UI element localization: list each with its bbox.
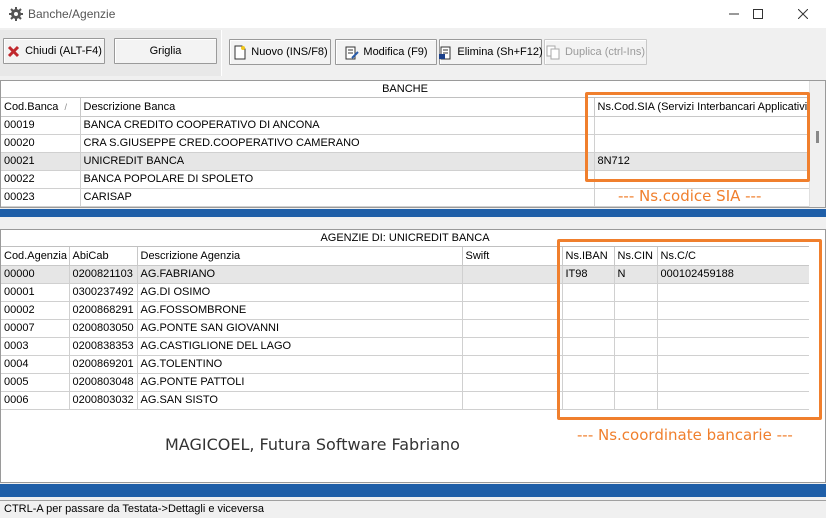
cell-descr[interactable]: AG.FABRIANO	[137, 265, 463, 284]
delete-document-icon	[438, 45, 453, 60]
duplicate-button-label: Duplica (ctrl-Ins)	[564, 46, 646, 58]
close-icon	[798, 9, 808, 19]
cell-cod[interactable]: 00023	[1, 188, 81, 207]
cell-descr[interactable]: UNICREDIT BANCA	[80, 152, 595, 171]
coordinates-annotation: --- Ns.coordinate bancarie ---	[577, 426, 793, 444]
window-title: Banche/Agenzie	[28, 7, 116, 21]
edit-button-label: Modifica (F9)	[363, 46, 428, 58]
col-header-swift[interactable]: Swift	[462, 247, 563, 266]
cell-descr[interactable]: BANCA CREDITO COOPERATIVO DI ANCONA	[80, 116, 595, 135]
grid-button[interactable]: Griglia	[114, 38, 217, 64]
cell-abicab[interactable]: 0200803048	[69, 373, 138, 392]
cell-cod[interactable]: 0005	[1, 373, 70, 392]
sia-annotation: --- Ns.codice SIA ---	[618, 187, 762, 205]
cell-abicab[interactable]: 0200838353	[69, 337, 138, 356]
sia-highlight-box	[585, 92, 810, 182]
gear-icon	[8, 6, 24, 22]
bottom-divider	[0, 484, 826, 497]
cell-descr[interactable]: AG.SAN SISTO	[137, 391, 463, 410]
cell-cod[interactable]: 0004	[1, 355, 70, 374]
cell-cod[interactable]: 0006	[1, 391, 70, 410]
company-caption: MAGICOEL, Futura Software Fabriano	[165, 435, 460, 454]
cell-descr[interactable]: AG.DI OSIMO	[137, 283, 463, 302]
duplicate-button[interactable]: Duplica (ctrl-Ins)	[544, 39, 647, 65]
cell-swift[interactable]	[462, 301, 563, 320]
cell-descr[interactable]: AG.PONTE PATTOLI	[137, 373, 463, 392]
cell-swift[interactable]	[462, 355, 563, 374]
close-button-label: Chiudi (ALT-F4)	[25, 45, 102, 57]
cell-abicab[interactable]: 0200868291	[69, 301, 138, 320]
cell-cod[interactable]: 00020	[1, 134, 81, 153]
cell-abicab[interactable]: 0300237492	[69, 283, 138, 302]
maximize-icon	[753, 9, 763, 19]
toolbar: Chiudi (ALT-F4) Griglia Nuovo (INS/F8) M…	[0, 28, 826, 76]
col-header-descrizione-banca[interactable]: Descrizione Banca	[80, 98, 595, 117]
cell-swift[interactable]	[462, 319, 563, 338]
maximize-button[interactable]	[735, 0, 781, 28]
cell-abicab[interactable]: 0200821103	[69, 265, 138, 284]
cell-descr[interactable]: AG.CASTIGLIONE DEL LAGO	[137, 337, 463, 356]
new-button-label: Nuovo (INS/F8)	[251, 46, 328, 58]
cell-descr[interactable]: AG.FOSSOMBRONE	[137, 301, 463, 320]
close-button[interactable]: Chiudi (ALT-F4)	[3, 38, 105, 64]
edit-button[interactable]: Modifica (F9)	[335, 39, 437, 65]
cell-abicab[interactable]: 0200803032	[69, 391, 138, 410]
cell-cod[interactable]: 00000	[1, 265, 70, 284]
grid-button-label: Griglia	[149, 45, 182, 57]
cell-cod[interactable]: 00007	[1, 319, 70, 338]
cell-cod[interactable]: 00001	[1, 283, 70, 302]
cell-swift[interactable]	[462, 265, 563, 284]
col-header-descrizione-agenzia[interactable]: Descrizione Agenzia	[137, 247, 463, 266]
cell-descr[interactable]: CARISAP	[80, 188, 595, 207]
cell-swift[interactable]	[462, 373, 563, 392]
panel-divider[interactable]	[0, 209, 826, 217]
new-button[interactable]: Nuovo (INS/F8)	[229, 39, 331, 65]
cell-descr[interactable]: AG.TOLENTINO	[137, 355, 463, 374]
cell-abicab[interactable]: 0200803050	[69, 319, 138, 338]
delete-button[interactable]: Elimina (Sh+F12)	[438, 39, 543, 65]
status-text: CTRL-A per passare da Testata->Dettagli …	[4, 503, 264, 515]
delete-button-label: Elimina (Sh+F12)	[457, 46, 543, 58]
close-window-button[interactable]	[780, 0, 826, 28]
title-bar: Banche/Agenzie	[0, 0, 826, 28]
cell-swift[interactable]	[462, 337, 563, 356]
cell-cod[interactable]: 00022	[1, 170, 81, 189]
cell-cod[interactable]: 0003	[1, 337, 70, 356]
sort-arrow-icon: /	[64, 101, 67, 112]
edit-document-icon	[344, 45, 360, 60]
col-header-cod-agenzia[interactable]: Cod.Agenzia	[1, 247, 70, 266]
cell-descr[interactable]: AG.PONTE SAN GIOVANNI	[137, 319, 463, 338]
status-bar: CTRL-A per passare da Testata->Dettagli …	[0, 500, 826, 518]
cell-descr[interactable]: BANCA POPOLARE DI SPOLETO	[80, 170, 595, 189]
red-x-icon	[6, 44, 21, 59]
cell-swift[interactable]	[462, 283, 563, 302]
new-document-icon	[232, 45, 247, 60]
coordinates-highlight-box	[557, 239, 822, 420]
banche-scrollbar[interactable]	[809, 81, 825, 207]
cell-cod[interactable]: 00002	[1, 301, 70, 320]
cell-abicab[interactable]: 0200869201	[69, 355, 138, 374]
cell-cod[interactable]: 00021	[1, 152, 81, 171]
scroll-thumb[interactable]	[816, 131, 819, 143]
col-header-abicab[interactable]: AbiCab	[69, 247, 138, 266]
duplicate-icon	[546, 45, 561, 60]
cell-cod[interactable]: 00019	[1, 116, 81, 135]
cell-descr[interactable]: CRA S.GIUSEPPE CRED.COOPERATIVO CAMERANO	[80, 134, 595, 153]
cell-swift[interactable]	[462, 391, 563, 410]
col-header-cod-banca[interactable]: Cod.Banca /	[1, 98, 81, 117]
